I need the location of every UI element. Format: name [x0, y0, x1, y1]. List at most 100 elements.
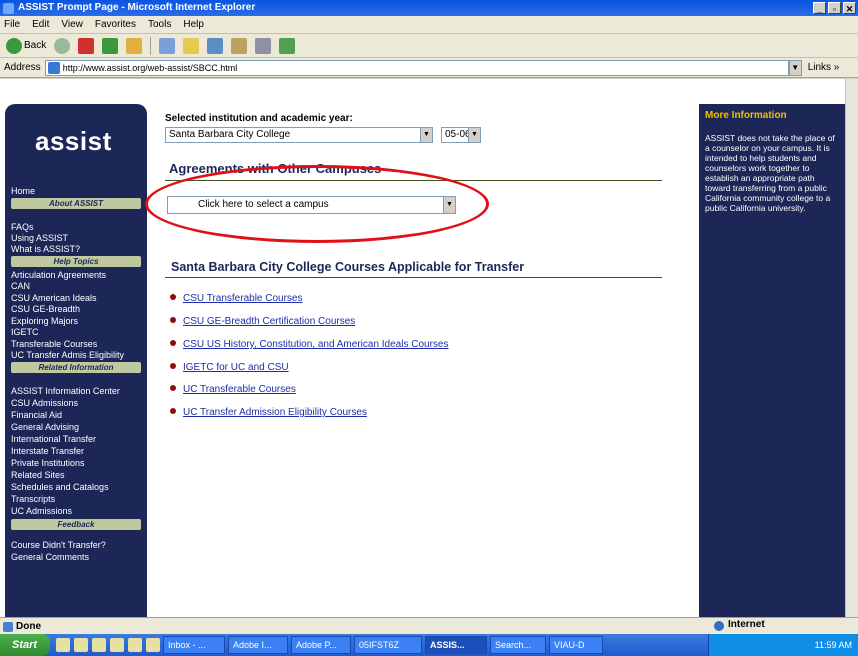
print-button[interactable] — [253, 36, 273, 56]
nav-interstate-transfer[interactable]: Interstate Transfer — [11, 446, 84, 456]
chevron-down-icon[interactable]: ▼ — [468, 128, 480, 142]
nav-schedules-catalogs[interactable]: Schedules and Catalogs — [11, 482, 109, 492]
task-search[interactable]: Search... — [490, 636, 546, 654]
task-viau[interactable]: VIAU-D — [549, 636, 603, 654]
course-link-item[interactable]: UC Transfer Admission Eligibility Course… — [170, 407, 367, 418]
nav-general-comments[interactable]: General Comments — [11, 552, 89, 562]
quick-launch-icon[interactable] — [92, 638, 106, 652]
nav-uc-admissions[interactable]: UC Admissions — [11, 506, 72, 516]
messenger-button[interactable] — [277, 36, 297, 56]
refresh-icon — [102, 37, 119, 54]
course-link[interactable]: CSU GE-Breadth Certification Courses — [183, 316, 355, 327]
forward-arrow-icon — [54, 37, 71, 54]
nav-private-institutions[interactable]: Private Institutions — [11, 458, 85, 468]
address-dropdown-button[interactable]: ▼ — [788, 59, 802, 76]
nav-transferable-courses[interactable]: Transferable Courses — [11, 339, 97, 349]
menu-file[interactable]: File — [4, 19, 20, 30]
task-adobe-p[interactable]: Adobe P... — [291, 636, 351, 654]
task-inbox[interactable]: Inbox - ... — [163, 636, 225, 654]
bullet-icon — [170, 407, 176, 414]
course-link-item[interactable]: CSU Transferable Courses — [170, 293, 303, 304]
mail-button[interactable] — [229, 36, 249, 56]
nav-international-transfer[interactable]: International Transfer — [11, 434, 96, 444]
nav-exploring-majors[interactable]: Exploring Majors — [11, 316, 78, 326]
nav-can[interactable]: CAN — [11, 281, 30, 291]
institution-value: Santa Barbara City College — [169, 129, 291, 140]
search-icon — [159, 37, 176, 54]
task-assist[interactable]: ASSIS... — [425, 636, 487, 654]
course-link[interactable]: UC Transfer Admission Eligibility Course… — [183, 407, 367, 418]
nav-faqs[interactable]: FAQs — [11, 222, 34, 232]
vertical-scrollbar[interactable] — [845, 79, 858, 617]
nav-igetc[interactable]: IGETC — [11, 327, 39, 337]
bullet-icon — [170, 316, 176, 323]
minimize-button[interactable]: _ — [813, 2, 826, 14]
nav-info-center[interactable]: ASSIST Information Center — [11, 386, 120, 396]
clock[interactable]: 11:59 AM — [815, 640, 852, 650]
print-icon — [255, 37, 272, 54]
task-folder[interactable]: 05IFST6Z — [354, 636, 422, 654]
left-navigation: assist Home About ASSIST FAQs Using ASSI… — [5, 104, 147, 617]
nav-course-didnt-transfer[interactable]: Course Didn't Transfer? — [11, 540, 106, 550]
maximize-button[interactable]: ▫ — [828, 2, 841, 14]
selected-institution-label: Selected institution and academic year: — [165, 113, 353, 124]
nav-csu-american-ideals[interactable]: CSU American Ideals — [11, 293, 97, 303]
window-title-bar: ASSIST Prompt Page - Microsoft Internet … — [0, 0, 858, 16]
links-button[interactable]: Links » — [808, 62, 840, 73]
course-link-item[interactable]: CSU GE-Breadth Certification Courses — [170, 316, 355, 327]
refresh-button[interactable] — [100, 36, 120, 56]
course-link-item[interactable]: CSU US History, Constitution, and Americ… — [170, 339, 448, 350]
menu-bar: File Edit View Favorites Tools Help — [0, 16, 858, 34]
quick-launch-icon[interactable] — [56, 638, 70, 652]
institution-select[interactable]: Santa Barbara City College ▼ — [165, 127, 433, 143]
home-button[interactable] — [124, 36, 144, 56]
quick-launch-icon[interactable] — [146, 638, 160, 652]
history-button[interactable] — [205, 36, 225, 56]
nav-csu-admissions[interactable]: CSU Admissions — [11, 398, 78, 408]
nav-using-assist[interactable]: Using ASSIST — [11, 233, 68, 243]
back-button[interactable]: Back — [4, 36, 48, 56]
chevron-down-icon[interactable]: ▼ — [420, 128, 432, 142]
menu-tools[interactable]: Tools — [148, 19, 171, 30]
course-link[interactable]: CSU US History, Constitution, and Americ… — [183, 339, 448, 350]
favorites-button[interactable] — [181, 36, 201, 56]
menu-edit[interactable]: Edit — [32, 19, 49, 30]
more-information-title: More Information — [705, 110, 787, 121]
close-button[interactable]: ✕ — [843, 2, 856, 14]
course-link-item[interactable]: UC Transferable Courses — [170, 384, 296, 395]
course-link[interactable]: UC Transferable Courses — [183, 384, 296, 395]
course-link[interactable]: CSU Transferable Courses — [183, 293, 303, 304]
address-url: http://www.assist.org/web-assist/SBCC.ht… — [62, 62, 238, 73]
quick-launch-icon[interactable] — [74, 638, 88, 652]
nav-related-sites[interactable]: Related Sites — [11, 470, 65, 480]
bullet-icon — [170, 293, 176, 300]
nav-header-about: About ASSIST — [11, 198, 141, 209]
nav-articulation[interactable]: Articulation Agreements — [11, 270, 106, 280]
assist-logo[interactable]: assist — [35, 126, 112, 157]
task-adobe-i[interactable]: Adobe I... — [228, 636, 288, 654]
nav-financial-aid[interactable]: Financial Aid — [11, 410, 62, 420]
more-information-text: ASSIST does not take the place of a coun… — [705, 133, 835, 213]
nav-what-is-assist[interactable]: What is ASSIST? — [11, 244, 80, 254]
start-button[interactable]: Start — [0, 634, 50, 656]
nav-csu-ge-breadth[interactable]: CSU GE-Breadth — [11, 304, 80, 314]
course-link[interactable]: IGETC for UC and CSU — [183, 362, 289, 373]
menu-help[interactable]: Help — [183, 19, 204, 30]
highlight-annotation-circle — [145, 165, 489, 243]
nav-general-advising[interactable]: General Advising — [11, 422, 79, 432]
stop-button[interactable] — [76, 36, 96, 56]
menu-view[interactable]: View — [61, 19, 83, 30]
address-input[interactable]: http://www.assist.org/web-assist/SBCC.ht… — [44, 59, 789, 76]
nav-home[interactable]: Home — [11, 186, 35, 196]
forward-button[interactable] — [52, 36, 72, 56]
academic-year-select[interactable]: 05-06 ▼ — [441, 127, 481, 143]
back-arrow-icon — [6, 37, 22, 54]
quick-launch-icon[interactable] — [110, 638, 124, 652]
menu-favorites[interactable]: Favorites — [95, 19, 136, 30]
courses-divider — [165, 277, 662, 278]
quick-launch-icon[interactable] — [128, 638, 142, 652]
nav-uc-transfer-eligibility[interactable]: UC Transfer Admis Eligibility — [11, 350, 124, 360]
course-link-item[interactable]: IGETC for UC and CSU — [170, 362, 289, 373]
search-button[interactable] — [157, 36, 177, 56]
nav-transcripts[interactable]: Transcripts — [11, 494, 55, 504]
